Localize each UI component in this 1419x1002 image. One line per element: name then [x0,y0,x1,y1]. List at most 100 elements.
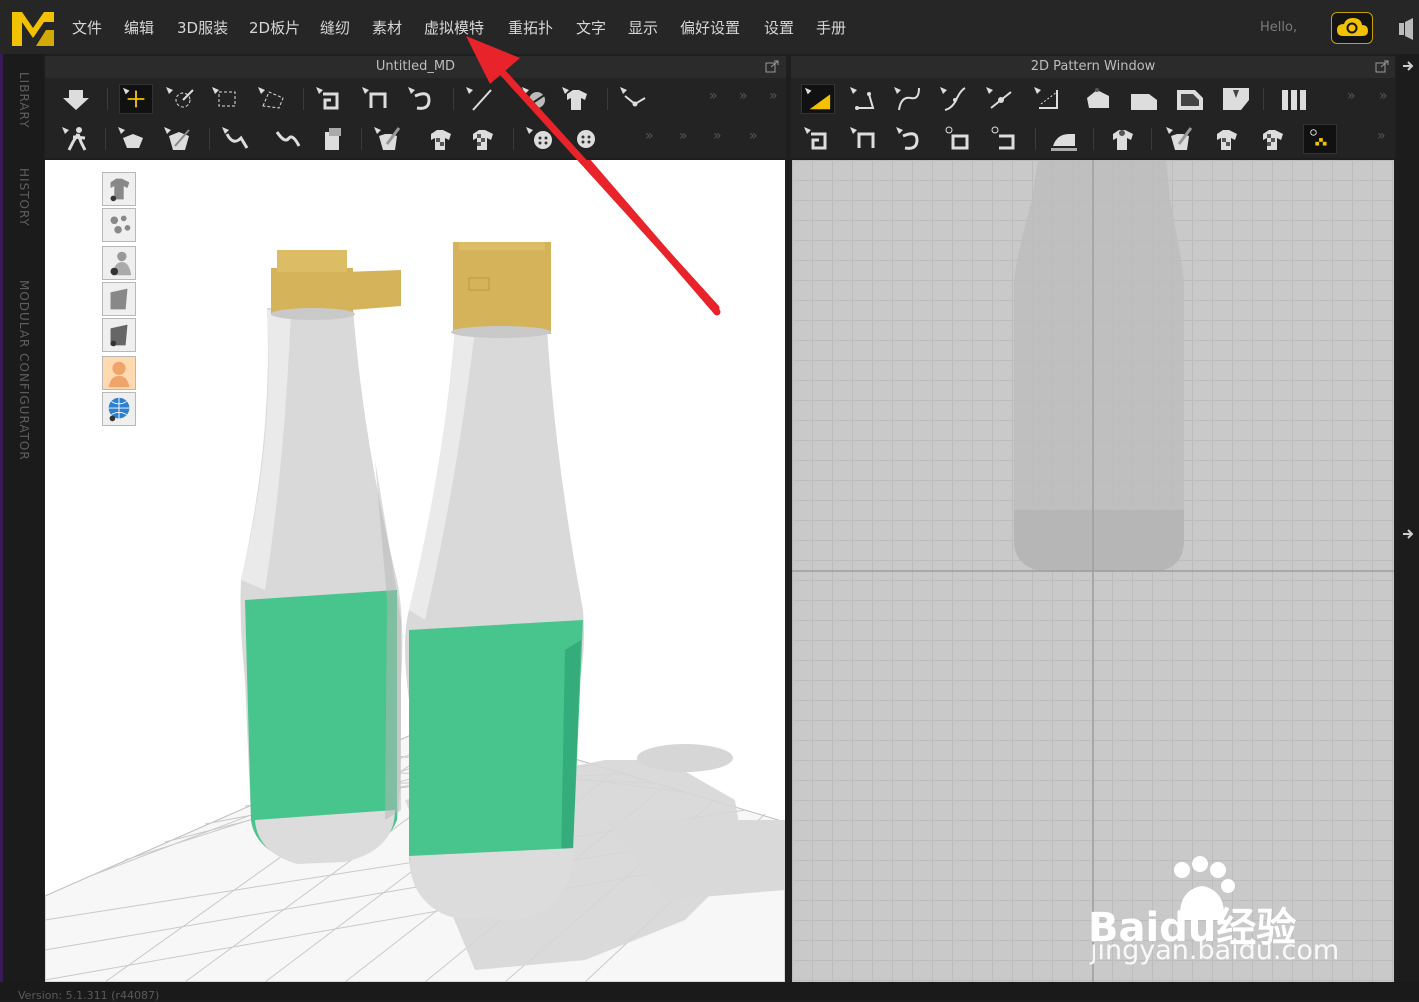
2d-pattern-viewport[interactable]: Baidu经验 [792,160,1394,982]
menu-text[interactable]: 文字 [576,17,606,38]
version-label: Version: 5.1.311 (r44087) [18,989,160,1002]
marvelous-designer-logo[interactable] [10,8,56,48]
toolbar-overflow-icon[interactable]: » [645,128,654,144]
fabric-2d-brush-icon[interactable] [1163,124,1197,154]
edit-pattern-icon[interactable] [847,84,881,114]
trace-pattern-icon[interactable] [1277,84,1311,114]
toolbar-overflow-icon[interactable]: » [1379,88,1388,104]
strengthen-icon[interactable] [219,124,253,154]
texture-2d-icon[interactable] [1209,124,1243,154]
toolbar-separator [513,128,514,150]
watermark-url: jingyan.baidu.com [1090,935,1340,966]
arrangement-point-icon[interactable] [115,124,149,154]
expand-arrow-icon[interactable] [1401,60,1415,72]
select-mesh-lasso-icon[interactable] [255,84,289,114]
texture-shirt-icon[interactable] [465,124,499,154]
garment-fit-icon[interactable] [559,84,593,114]
expand-arrow-icon[interactable] [1401,528,1415,540]
environment-icon[interactable] [102,392,136,426]
bottle-left [240,250,403,864]
fold-tool-icon[interactable] [359,84,393,114]
menu-settings[interactable]: 设置 [764,17,794,38]
show-avatar-icon[interactable] [102,246,136,280]
select-move-icon[interactable] [119,84,153,114]
user-greeting: Hello, [1260,20,1298,35]
popout-icon[interactable] [1375,60,1389,73]
avatar-pose-icon[interactable] [59,124,93,154]
toolbar-overflow-icon[interactable]: » [713,128,722,144]
edit-sewing-icon[interactable] [987,124,1021,154]
segment-line-icon[interactable] [463,84,497,114]
cut-pattern-icon[interactable] [1031,84,1065,114]
toolbar-overflow-icon[interactable]: » [1377,128,1386,144]
edit-curve-point-icon[interactable] [937,84,971,114]
toolbar-overflow-icon[interactable]: » [709,88,718,104]
3d-viewport[interactable] [45,160,785,982]
simulate-icon[interactable] [59,84,93,114]
toolbar-overflow-icon[interactable]: » [1347,88,1356,104]
show-particles-icon[interactable] [102,208,136,242]
texture-icon[interactable] [423,124,457,154]
menu-manual[interactable]: 手册 [816,17,846,38]
history-tab[interactable]: HISTORY [17,168,31,227]
dart-icon[interactable] [1219,84,1253,114]
m-n-sewing-icon[interactable] [893,124,927,154]
check-sewing-icon[interactable] [941,124,975,154]
show-texture-icon[interactable] [102,318,136,352]
panel-toggle-icon[interactable] [1397,16,1417,42]
menu-retopology[interactable]: 重拓扑 [508,17,553,38]
internal-polygon-icon[interactable] [1173,84,1207,114]
pin-icon[interactable] [161,124,195,154]
select-button-icon[interactable] [569,124,603,154]
garment-copy-icon[interactable] [315,124,349,154]
menu-display[interactable]: 显示 [628,17,658,38]
toolbar-separator [107,88,108,110]
avatar-display-icon[interactable] [102,356,136,390]
toolbar-overflow-icon[interactable]: » [739,88,748,104]
toolbar-separator [453,88,454,110]
menu-bar: 文件 编辑 3D服装 2D板片 缝纫 素材 虚拟模特 重拓扑 文字 显示 偏好设… [0,0,1419,54]
show-garment-icon[interactable] [102,172,136,206]
select-mesh-box-icon[interactable] [209,84,243,114]
modular-configurator-tab[interactable]: MODULAR CONFIGURATOR [17,280,31,461]
add-point-icon[interactable] [983,84,1017,114]
tack-icon[interactable] [617,84,651,114]
select-mesh-brush-icon[interactable] [163,84,197,114]
3d-window-title-bar: Untitled_MD [45,56,786,78]
cloud-sync-button[interactable] [1331,12,1373,44]
show-fabric-icon[interactable] [102,282,136,316]
fold-curved-icon[interactable] [405,84,439,114]
steam-iron-icon[interactable] [1047,124,1081,154]
toolbar-separator [1151,128,1152,150]
view-pattern-icon[interactable] [1303,124,1337,154]
menu-edit[interactable]: 编辑 [124,17,154,38]
library-tab[interactable]: LIBRARY [17,72,31,128]
toolbar-overflow-icon[interactable]: » [679,128,688,144]
menu-sewing[interactable]: 缝纫 [320,17,350,38]
menu-avatar[interactable]: 虚拟模特 [424,17,484,38]
menu-file[interactable]: 文件 [72,17,102,38]
toolbar-overflow-icon[interactable]: » [769,88,778,104]
texture-edit-icon[interactable] [1255,124,1289,154]
toolbar-separator [1263,88,1264,110]
menu-2d-pattern[interactable]: 2D板片 [249,17,300,38]
toolbar-overflow-icon[interactable]: » [749,128,758,144]
button-tool-icon[interactable] [523,124,557,154]
transform-pattern-icon[interactable] [801,84,835,114]
measure-icon[interactable] [271,124,305,154]
menu-materials[interactable]: 素材 [372,17,402,38]
menu-preferences[interactable]: 偏好设置 [680,17,740,38]
segment-sewing-icon[interactable] [519,84,553,114]
menu-3d-garment[interactable]: 3D服装 [177,17,228,38]
segment-sewing-2d-icon[interactable] [801,124,835,154]
fold-arrangement-icon[interactable] [313,84,347,114]
polygon-icon[interactable] [1081,84,1115,114]
edit-curvature-icon[interactable] [891,84,925,114]
free-sewing-icon[interactable] [847,124,881,154]
rectangle-icon[interactable] [1127,84,1161,114]
fabric-brush-icon[interactable] [371,124,405,154]
garment-2d-icon[interactable] [1105,124,1139,154]
popout-icon[interactable] [765,60,779,73]
3d-toolbar-row-1: » » » [45,78,786,118]
cloud-icon [1337,18,1368,36]
